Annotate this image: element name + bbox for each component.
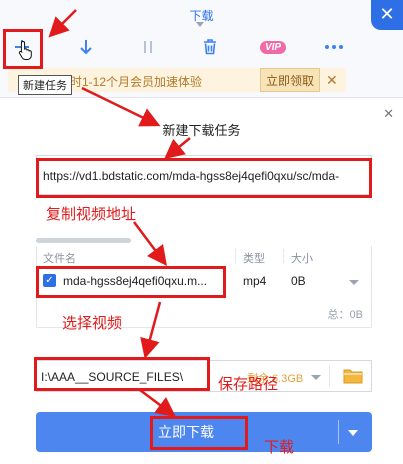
file-type: mp4 bbox=[243, 274, 267, 288]
dialog-title: 新建下载任务 bbox=[162, 123, 241, 138]
promo-close-icon[interactable]: ✕ bbox=[326, 72, 338, 89]
hand-cursor-icon bbox=[18, 40, 34, 63]
highlight-box-download bbox=[150, 416, 248, 450]
folder-icon[interactable] bbox=[343, 367, 363, 388]
pause-icon[interactable] bbox=[136, 36, 160, 58]
divider bbox=[338, 420, 339, 444]
claim-button[interactable]: 立即领取 bbox=[260, 68, 320, 92]
divider bbox=[329, 365, 330, 387]
annotation-download: 下载 bbox=[264, 439, 295, 456]
highlight-box-file bbox=[36, 266, 226, 298]
trash-icon[interactable] bbox=[198, 36, 222, 58]
table-header: 文件名 类型 大小 bbox=[37, 246, 371, 266]
annotation-save-path: 保存路径 bbox=[218, 376, 279, 393]
highlight-box-path bbox=[34, 357, 210, 391]
file-size: 0B bbox=[291, 274, 306, 288]
total-size: 总：0B bbox=[327, 309, 363, 321]
header-divider bbox=[235, 249, 236, 263]
annotation-copy-url: 复制视频地址 bbox=[46, 206, 137, 223]
chevron-down-icon[interactable] bbox=[196, 22, 204, 27]
chevron-down-icon[interactable] bbox=[311, 375, 321, 380]
chevron-down-icon[interactable] bbox=[348, 430, 358, 436]
new-task-tooltip: 新建任务 bbox=[18, 75, 72, 95]
header-filename: 文件名 bbox=[43, 253, 76, 265]
chevron-down-icon[interactable] bbox=[349, 280, 359, 285]
highlight-box-url bbox=[36, 158, 372, 198]
toolbar: VIP bbox=[0, 32, 403, 62]
header-divider bbox=[283, 249, 284, 263]
annotation-select-video: 选择视频 bbox=[62, 315, 123, 332]
dialog-close-icon[interactable]: ✕ bbox=[383, 106, 394, 122]
header-size: 大小 bbox=[291, 253, 313, 265]
corner-close-icon[interactable]: ✕ bbox=[371, 0, 403, 30]
url-scrollbar[interactable] bbox=[36, 238, 131, 243]
more-dots-icon[interactable] bbox=[322, 36, 346, 58]
promo-text: 限时1-12个月会员加速体验 bbox=[58, 75, 203, 89]
header-type: 类型 bbox=[243, 253, 265, 265]
vip-badge[interactable]: VIP bbox=[256, 36, 290, 58]
download-arrow-icon[interactable] bbox=[74, 36, 98, 58]
